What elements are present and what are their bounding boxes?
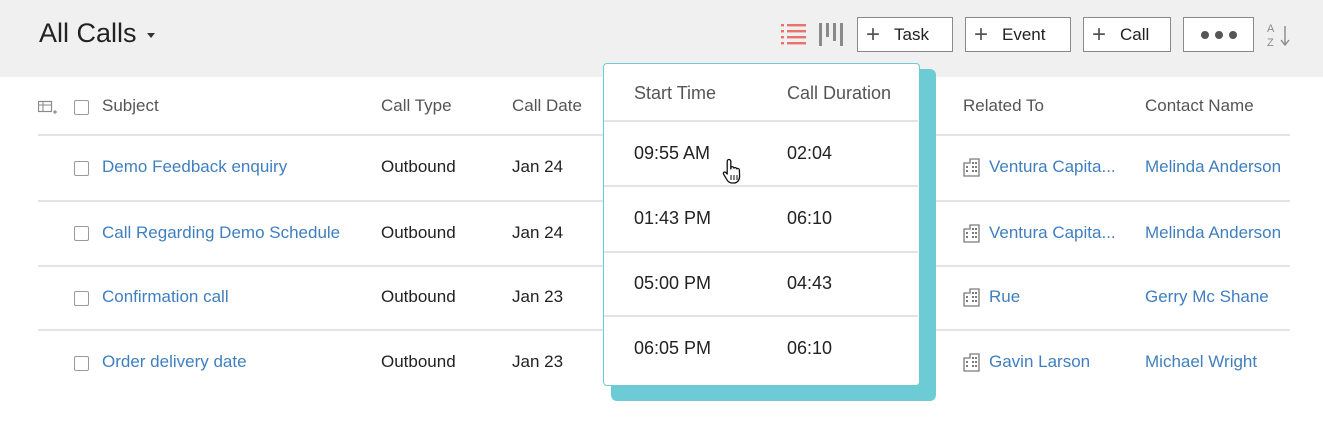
call-duration-cell: 06:10 xyxy=(787,208,833,228)
column-header-call-date[interactable]: Call Date xyxy=(512,96,582,116)
related-to-link[interactable]: Ventura Capita... xyxy=(989,223,1116,243)
account-building-icon xyxy=(963,158,980,177)
start-time-cell: 09:55 AM xyxy=(634,143,711,163)
view-selector[interactable]: All Calls xyxy=(39,18,155,49)
column-header-subject[interactable]: Subject xyxy=(102,96,159,116)
contact-name-link[interactable]: Gerry Mc Shane xyxy=(1145,287,1269,307)
column-settings-icon[interactable] xyxy=(38,99,57,115)
call-type-cell: Outbound xyxy=(381,287,456,306)
call-date-cell: Jan 23 xyxy=(512,352,564,371)
column-header-contact-name[interactable]: Contact Name xyxy=(1145,96,1254,116)
svg-text:A: A xyxy=(1267,23,1275,35)
svg-text:Z: Z xyxy=(1267,37,1274,49)
row-checkbox[interactable] xyxy=(74,356,89,371)
subject-link[interactable]: Demo Feedback enquiry xyxy=(102,157,287,177)
call-type-cell: Outbound xyxy=(381,352,456,371)
new-call-button[interactable]: + Call xyxy=(1083,17,1171,52)
new-event-label: Event xyxy=(1002,24,1046,44)
call-duration-cell: 02:04 xyxy=(787,143,833,163)
more-dots-icon xyxy=(1200,30,1237,39)
popup-header-start-time: Start Time xyxy=(634,83,717,103)
related-to-link[interactable]: Rue xyxy=(989,287,1020,307)
popup-divider xyxy=(604,120,918,122)
new-task-button[interactable]: + Task xyxy=(857,17,953,52)
call-duration-cell: 04:43 xyxy=(787,273,833,293)
plus-icon: + xyxy=(974,20,989,48)
related-to-link[interactable]: Ventura Capita... xyxy=(989,157,1116,177)
new-event-button[interactable]: + Event xyxy=(965,17,1071,52)
popup-header-call-duration: Call Duration xyxy=(787,83,892,103)
call-date-cell: Jan 24 xyxy=(512,157,564,176)
popup-divider xyxy=(604,315,918,317)
new-task-label: Task xyxy=(894,24,929,44)
sort-az-icon[interactable]: A Z xyxy=(1265,21,1293,49)
subject-link[interactable]: Call Regarding Demo Schedule xyxy=(102,223,340,243)
subject-link[interactable]: Order delivery date xyxy=(102,352,247,372)
column-header-related-to[interactable]: Related To xyxy=(963,96,1044,116)
account-building-icon xyxy=(963,353,980,372)
contact-name-link[interactable]: Michael Wright xyxy=(1145,352,1257,372)
select-all-checkbox[interactable] xyxy=(74,100,89,115)
start-time-cell: 05:00 PM xyxy=(634,273,712,293)
account-building-icon xyxy=(963,224,980,243)
related-to-link[interactable]: Gavin Larson xyxy=(989,352,1090,372)
start-time-cell: 06:05 PM xyxy=(634,338,712,358)
popup-divider xyxy=(604,185,918,187)
new-call-label: Call xyxy=(1120,24,1150,44)
kanban-view-icon[interactable] xyxy=(819,23,843,46)
plus-icon: + xyxy=(1092,20,1107,48)
popup-divider xyxy=(604,251,918,253)
column-header-call-type[interactable]: Call Type xyxy=(381,96,452,116)
call-date-cell: Jan 24 xyxy=(512,223,564,242)
list-view-icon[interactable] xyxy=(781,23,806,46)
page-title: All Calls xyxy=(39,18,137,48)
call-duration-cell: 06:10 xyxy=(787,338,833,358)
row-checkbox[interactable] xyxy=(74,291,89,306)
more-actions-button[interactable] xyxy=(1183,17,1254,52)
row-checkbox[interactable] xyxy=(74,226,89,241)
contact-name-link[interactable]: Melinda Anderson xyxy=(1145,223,1281,243)
plus-icon: + xyxy=(866,20,881,48)
start-time-cell: 01:43 PM xyxy=(634,208,712,228)
subject-link[interactable]: Confirmation call xyxy=(102,287,229,307)
account-building-icon xyxy=(963,288,980,307)
call-date-cell: Jan 23 xyxy=(512,287,564,306)
call-type-cell: Outbound xyxy=(381,157,456,176)
call-type-cell: Outbound xyxy=(381,223,456,242)
row-checkbox[interactable] xyxy=(74,161,89,176)
contact-name-link[interactable]: Melinda Anderson xyxy=(1145,157,1281,177)
chevron-down-icon xyxy=(146,33,155,38)
call-details-popup: Start Time Call Duration 09:55 AM 02:04 … xyxy=(603,63,920,386)
